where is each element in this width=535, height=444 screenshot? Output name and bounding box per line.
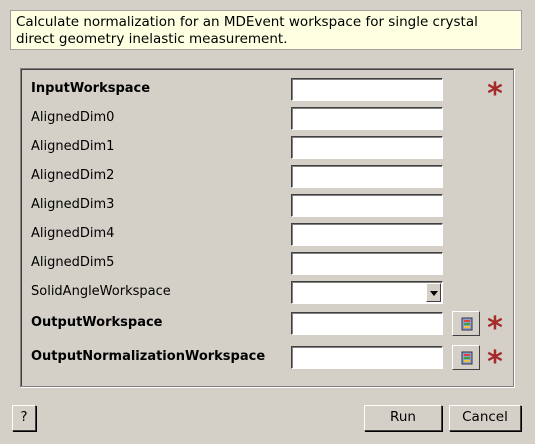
required-marker-icon: * (487, 345, 503, 380)
workspace-icon (461, 351, 473, 365)
property-label-aligneddim0: AlignedDim0 (31, 110, 115, 125)
input-aligneddim5[interactable] (291, 252, 443, 275)
help-button[interactable]: ? (12, 405, 36, 431)
input-outputnormalizationworkspace[interactable] (291, 346, 443, 369)
property-label-aligneddim4: AlignedDim4 (31, 226, 115, 241)
input-aligneddim1[interactable] (291, 136, 443, 159)
property-label-outputnormalizationworkspace: OutputNormalizationWorkspace (31, 349, 266, 364)
required-marker-icon: * (487, 311, 503, 346)
browse-button-outputworkspace[interactable] (452, 311, 480, 336)
input-aligneddim0[interactable] (291, 107, 443, 130)
cancel-button[interactable]: Cancel (449, 405, 521, 431)
property-label-aligneddim5: AlignedDim5 (31, 255, 115, 270)
browse-button-outputnormalizationworkspace[interactable] (452, 345, 480, 370)
combo-solidangleworkspace[interactable] (291, 281, 443, 304)
input-aligneddim4[interactable] (291, 223, 443, 246)
input-inputworkspace[interactable] (291, 78, 443, 101)
input-outputworkspace[interactable] (291, 312, 443, 335)
run-button[interactable]: Run (364, 405, 442, 431)
input-aligneddim2[interactable] (291, 165, 443, 188)
workspace-icon (461, 317, 473, 331)
property-label-aligneddim1: AlignedDim1 (31, 139, 115, 154)
input-aligneddim3[interactable] (291, 194, 443, 217)
property-label-aligneddim2: AlignedDim2 (31, 168, 115, 183)
property-label-aligneddim3: AlignedDim3 (31, 197, 115, 212)
algorithm-description: Calculate normalization for an MDEvent w… (10, 10, 522, 50)
property-label-solidangleworkspace: SolidAngleWorkspace (31, 284, 171, 299)
chevron-down-icon[interactable] (426, 283, 441, 302)
property-label-outputworkspace: OutputWorkspace (31, 315, 163, 330)
property-label-inputworkspace: InputWorkspace (31, 81, 151, 96)
required-marker-icon: * (487, 77, 503, 112)
